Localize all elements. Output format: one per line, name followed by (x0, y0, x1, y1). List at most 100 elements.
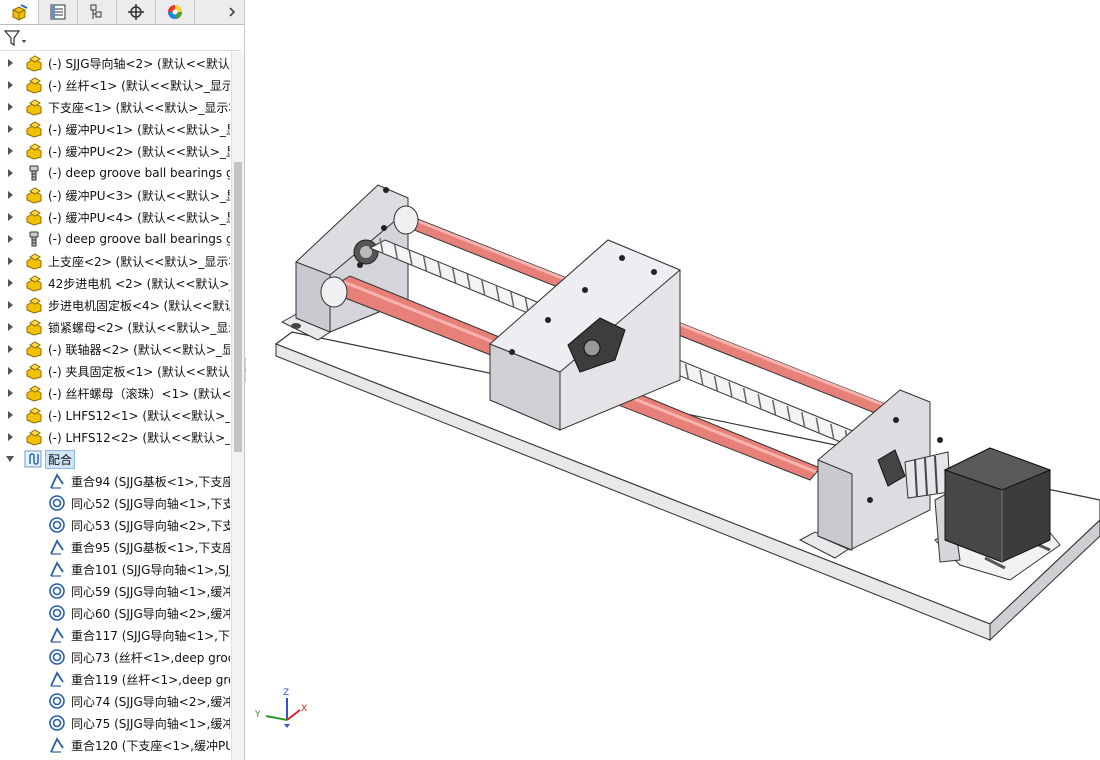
tree-expander[interactable] (6, 190, 16, 200)
tree-mate-item[interactable]: 同心74 (SJJG导向轴<2>,缓冲PU (0, 690, 230, 712)
tree-scrollbar[interactable] (231, 52, 244, 760)
tree-expander[interactable] (6, 366, 16, 376)
tree-expander[interactable] (6, 322, 16, 332)
expand-right-icon[interactable] (7, 410, 15, 420)
tree-mate-item[interactable]: 同心73 (丝杆<1>,deep groove (0, 646, 230, 668)
expand-down-icon[interactable] (6, 454, 14, 464)
scrollbar-thumb[interactable] (234, 162, 242, 452)
assembly-model[interactable] (246, 0, 1100, 760)
manager-tabs (0, 0, 244, 25)
tree-item-label: 同心74 (SJJG导向轴<2>,缓冲PU (71, 694, 230, 709)
tree-mate-item[interactable]: 同心75 (SJJG导向轴<1>,缓冲PU (0, 712, 230, 734)
tree-component-item[interactable]: (-) SJJG导向轴<2> (默认<<默认>_显示状 (0, 52, 230, 74)
part-icon (26, 363, 42, 380)
tree-component-item[interactable]: 下支座<1> (默认<<默认>_显示状态 (0, 96, 230, 118)
expand-right-icon[interactable] (7, 124, 15, 134)
tree-item-label: 下支座<1> (默认<<默认>_显示状态 (48, 100, 230, 115)
expand-right-icon[interactable] (7, 256, 15, 266)
part-icon (26, 55, 42, 72)
tree-expander[interactable] (6, 300, 16, 310)
tree-expander[interactable] (6, 58, 16, 68)
tree-component-item[interactable]: (-) 缓冲PU<4> (默认<<默认>_显示 (0, 206, 230, 228)
tree-component-item[interactable]: (-) deep groove ball bearings gb (0, 228, 230, 250)
tree-component-item[interactable]: (-) 夹具固定板<1> (默认<<默认>_显示 (0, 360, 230, 382)
tree-mate-item[interactable]: 重合119 (丝杆<1>,deep groove (0, 668, 230, 690)
part-icon-wrap (24, 383, 44, 403)
tree-expander[interactable] (6, 388, 16, 398)
tree-mate-item[interactable]: 重合94 (SJJG基板<1>,下支座<1>) (0, 470, 230, 492)
tree-expander[interactable] (6, 80, 16, 90)
expand-right-icon[interactable] (7, 300, 15, 310)
tree-component-item[interactable]: (-) deep groove ball bearings gb (0, 162, 230, 184)
tree-expander[interactable] (6, 102, 16, 112)
tree-component-item[interactable]: (-) 丝杆<1> (默认<<默认>_显示状态 (0, 74, 230, 96)
tree-item-label: (-) 丝杆<1> (默认<<默认>_显示状态 (48, 78, 230, 93)
tree-component-item[interactable]: (-) 联轴器<2> (默认<<默认>_显示状 (0, 338, 230, 360)
display-manager-tab[interactable] (156, 0, 195, 24)
expand-right-icon[interactable] (7, 168, 15, 178)
tree-mate-item[interactable]: 重合120 (下支座<1>,缓冲PU<4>) (0, 734, 230, 756)
tree-mate-item[interactable]: 同心52 (SJJG导向轴<1>,下支座 (0, 492, 230, 514)
expand-right-icon[interactable] (7, 80, 15, 90)
expand-right-icon[interactable] (7, 58, 15, 68)
tree-expander[interactable] (6, 234, 16, 244)
coincident-icon (50, 539, 64, 555)
tree-component-item[interactable]: 42步进电机 <2> (默认<<默认>_显示 (0, 272, 230, 294)
tree-expander[interactable] (6, 168, 16, 178)
tree-component-item[interactable]: (-) 缓冲PU<1> (默认<<默认>_显示 (0, 118, 230, 140)
expand-right-icon[interactable] (7, 278, 15, 288)
tree-expander[interactable] (6, 410, 16, 420)
filter-button[interactable] (3, 28, 31, 48)
expand-right-icon[interactable] (7, 212, 15, 222)
tree-mates-folder[interactable]: 配合 (0, 448, 230, 470)
triad-label-x: X (301, 704, 308, 714)
expand-right-icon[interactable] (7, 322, 15, 332)
toolbox-part-icon (29, 231, 39, 247)
tree-component-item[interactable]: (-) 丝杆螺母（滚珠）<1> (默认<<默认 (0, 382, 230, 404)
tree-expander[interactable] (6, 256, 16, 266)
expand-right-icon[interactable] (7, 366, 15, 376)
toolbox-part-icon-wrap (24, 163, 44, 183)
tree-expander[interactable] (5, 454, 15, 464)
expand-right-icon[interactable] (7, 344, 15, 354)
expand-right-icon[interactable] (7, 190, 15, 200)
part-icon-wrap (24, 53, 44, 73)
tabs-more-button[interactable] (220, 0, 244, 24)
tree-component-item[interactable]: (-) LHFS12<2> (默认<<默认>_显示 (0, 426, 230, 448)
coincident-icon-wrap (47, 669, 67, 689)
expand-right-icon[interactable] (7, 388, 15, 398)
expand-right-icon[interactable] (7, 102, 15, 112)
tree-mate-item[interactable]: 同心59 (SJJG导向轴<1>,缓冲PU (0, 580, 230, 602)
configuration-manager-tab[interactable] (78, 0, 117, 24)
part-icon-wrap (24, 427, 44, 447)
tree-expander[interactable] (6, 124, 16, 134)
tree-expander[interactable] (6, 344, 16, 354)
tree-expander[interactable] (6, 432, 16, 442)
graphics-viewport[interactable] (246, 0, 1100, 760)
tree-component-item[interactable]: (-) LHFS12<1> (默认<<默认>_显示 (0, 404, 230, 426)
dimxpert-tab[interactable] (117, 0, 156, 24)
tree-mate-item[interactable]: 重合117 (SJJG导向轴<1>,下支座 (0, 624, 230, 646)
tree-component-item[interactable]: 锁紧螺母<2> (默认<<默认>_显示状态 (0, 316, 230, 338)
tree-component-item[interactable]: (-) 缓冲PU<3> (默认<<默认>_显示 (0, 184, 230, 206)
stepper-motor[interactable] (943, 447, 1052, 563)
left-support-block[interactable] (280, 184, 409, 341)
property-manager-tab[interactable] (39, 0, 78, 24)
tree-expander[interactable] (6, 212, 16, 222)
tree-component-item[interactable]: 上支座<2> (默认<<默认>_显示状态 (0, 250, 230, 272)
tree-expander[interactable] (6, 146, 16, 156)
expand-right-icon[interactable] (7, 234, 15, 244)
tree-component-item[interactable]: 步进电机固定板<4> (默认<<默认>_显 (0, 294, 230, 316)
tree-item-label: 配合 (45, 449, 76, 469)
tree-mate-item[interactable]: 同心53 (SJJG导向轴<2>,下支座 (0, 514, 230, 536)
tree-mate-item[interactable]: 重合95 (SJJG基板<1>,下支座<1> (0, 536, 230, 558)
part-icon (26, 253, 42, 270)
tree-item-label: 重合120 (下支座<1>,缓冲PU<4>) (71, 738, 230, 753)
expand-right-icon[interactable] (7, 432, 15, 442)
tree-mate-item[interactable]: 重合101 (SJJG导向轴<1>,SJJG (0, 558, 230, 580)
tree-mate-item[interactable]: 同心60 (SJJG导向轴<2>,缓冲PU (0, 602, 230, 624)
expand-right-icon[interactable] (7, 146, 15, 156)
feature-manager-tab[interactable] (0, 0, 39, 24)
tree-expander[interactable] (6, 278, 16, 288)
tree-component-item[interactable]: (-) 缓冲PU<2> (默认<<默认>_显示 (0, 140, 230, 162)
